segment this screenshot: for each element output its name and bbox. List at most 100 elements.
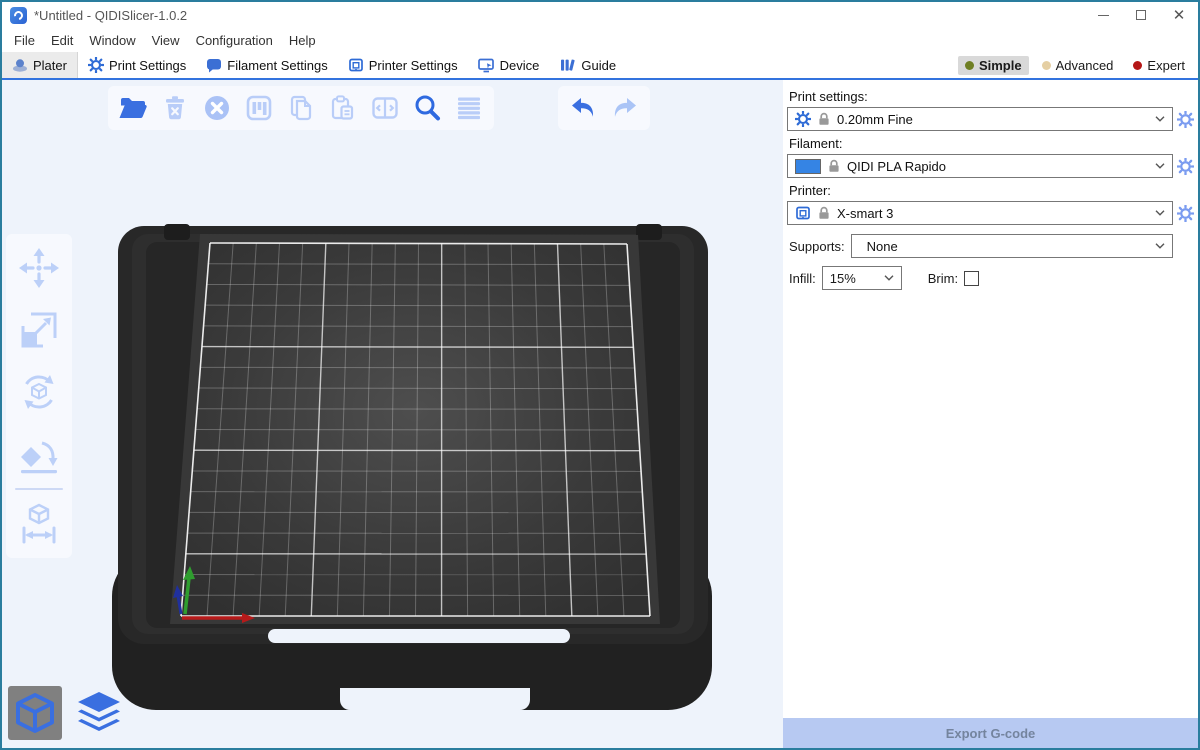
mode-advanced[interactable]: Advanced [1035,56,1121,75]
menu-view[interactable]: View [144,31,188,50]
paste-icon [328,93,358,123]
arrange-button[interactable] [239,89,279,127]
gear-icon [1177,205,1194,222]
tab-label: Filament Settings [227,58,327,73]
maximize-icon [1136,10,1146,20]
redo-button[interactable] [605,89,645,127]
printer-icon [795,205,811,221]
move-arrows-icon [17,246,61,290]
mode-simple[interactable]: Simple [958,56,1029,75]
filament-icon [206,57,222,73]
preview-button[interactable] [72,686,126,740]
brim-label: Brim: [928,271,958,286]
search-icon [412,93,442,123]
lock-icon [818,206,830,220]
mode-label: Simple [979,58,1022,73]
app-window: *Untitled - QIDISlicer-1.0.2 ✕ File Edit… [0,0,1200,750]
tab-guide[interactable]: Guide [549,52,626,78]
printer-label: Printer: [789,183,1192,198]
advanced-dot-icon [1042,61,1051,70]
tab-printer-settings[interactable]: Printer Settings [338,52,468,78]
maximize-button[interactable] [1122,2,1160,28]
stacked-layers-icon [74,688,124,738]
toolbar-separator [15,488,63,490]
scale-tool-button[interactable] [11,302,67,358]
tab-label: Printer Settings [369,58,458,73]
tab-plater[interactable]: Plater [2,52,78,78]
viewport-3d[interactable] [2,80,783,748]
monitor-icon [478,57,495,73]
menu-window[interactable]: Window [81,31,143,50]
menu-edit[interactable]: Edit [43,31,81,50]
filament-value: QIDI PLA Rapido [847,159,946,174]
infill-label: Infill: [789,271,816,286]
title-bar: *Untitled - QIDISlicer-1.0.2 ✕ [2,2,1198,28]
close-icon: ✕ [1173,8,1186,23]
edit-printer-settings-button[interactable] [1173,205,1194,222]
menu-configuration[interactable]: Configuration [188,31,281,50]
mode-expert[interactable]: Expert [1126,56,1192,75]
tab-label: Device [500,58,540,73]
undo-redo-toolbar [558,86,650,130]
delete-all-button[interactable] [197,89,237,127]
undo-button[interactable] [563,89,603,127]
tab-device[interactable]: Device [468,52,550,78]
lock-icon [818,112,830,126]
search-button[interactable] [407,89,447,127]
place-on-face-tool-button[interactable] [11,426,67,482]
chevron-down-icon [884,275,894,281]
settings-panel: Print settings: 0.20mm Fine Filament: [783,80,1198,748]
close-button[interactable]: ✕ [1160,2,1198,28]
move-tool-button[interactable] [11,240,67,296]
window-title: *Untitled - QIDISlicer-1.0.2 [34,8,187,23]
print-profile-select[interactable]: 0.20mm Fine [787,107,1173,131]
flatten-icon [17,432,61,476]
measure-tool-button[interactable] [11,496,67,552]
supports-select[interactable]: None [851,234,1173,258]
print-settings-label: Print settings: [789,89,1192,104]
measure-icon [17,502,61,546]
menu-bar: File Edit Window View Configuration Help [2,28,1198,52]
minimize-icon [1098,15,1109,16]
infill-select[interactable]: 15% [822,266,902,290]
chevron-down-icon [1155,210,1165,216]
minimize-button[interactable] [1084,2,1122,28]
delete-button[interactable] [155,89,195,127]
mode-selector: Simple Advanced Expert [958,52,1198,78]
gear-icon [88,57,104,73]
menu-help[interactable]: Help [281,31,324,50]
brim-checkbox[interactable] [964,271,979,286]
printer-value: X-smart 3 [837,206,893,221]
edit-filament-settings-button[interactable] [1173,158,1194,175]
rotate-tool-button[interactable] [11,364,67,420]
copy-button[interactable] [281,89,321,127]
expert-dot-icon [1133,61,1142,70]
scale-icon [17,308,61,352]
tab-label: Guide [581,58,616,73]
tab-print-settings[interactable]: Print Settings [78,52,196,78]
manipulation-toolbar [6,234,72,558]
supports-value: None [859,239,898,254]
export-gcode-button[interactable]: Export G-code [783,718,1198,748]
open-button[interactable] [113,89,153,127]
print-bed [112,222,714,714]
filament-label: Filament: [789,136,1192,151]
printer-select[interactable]: X-smart 3 [787,201,1173,225]
mode-label: Expert [1147,58,1185,73]
gear-icon [795,111,811,127]
supports-label: Supports: [789,239,845,254]
variable-layer-height-button[interactable] [449,89,489,127]
mode-label: Advanced [1056,58,1114,73]
editor-3d-button[interactable] [8,686,62,740]
tab-filament-settings[interactable]: Filament Settings [196,52,337,78]
tab-label: Plater [33,58,67,73]
menu-file[interactable]: File [6,31,43,50]
plater-icon [12,57,28,73]
filament-select[interactable]: QIDI PLA Rapido [787,154,1173,178]
split-to-objects-button[interactable] [365,89,405,127]
arrange-grid-icon [244,93,274,123]
paste-button[interactable] [323,89,363,127]
infill-value: 15% [830,271,856,286]
chevron-down-icon [1155,243,1165,249]
edit-print-settings-button[interactable] [1173,111,1194,128]
